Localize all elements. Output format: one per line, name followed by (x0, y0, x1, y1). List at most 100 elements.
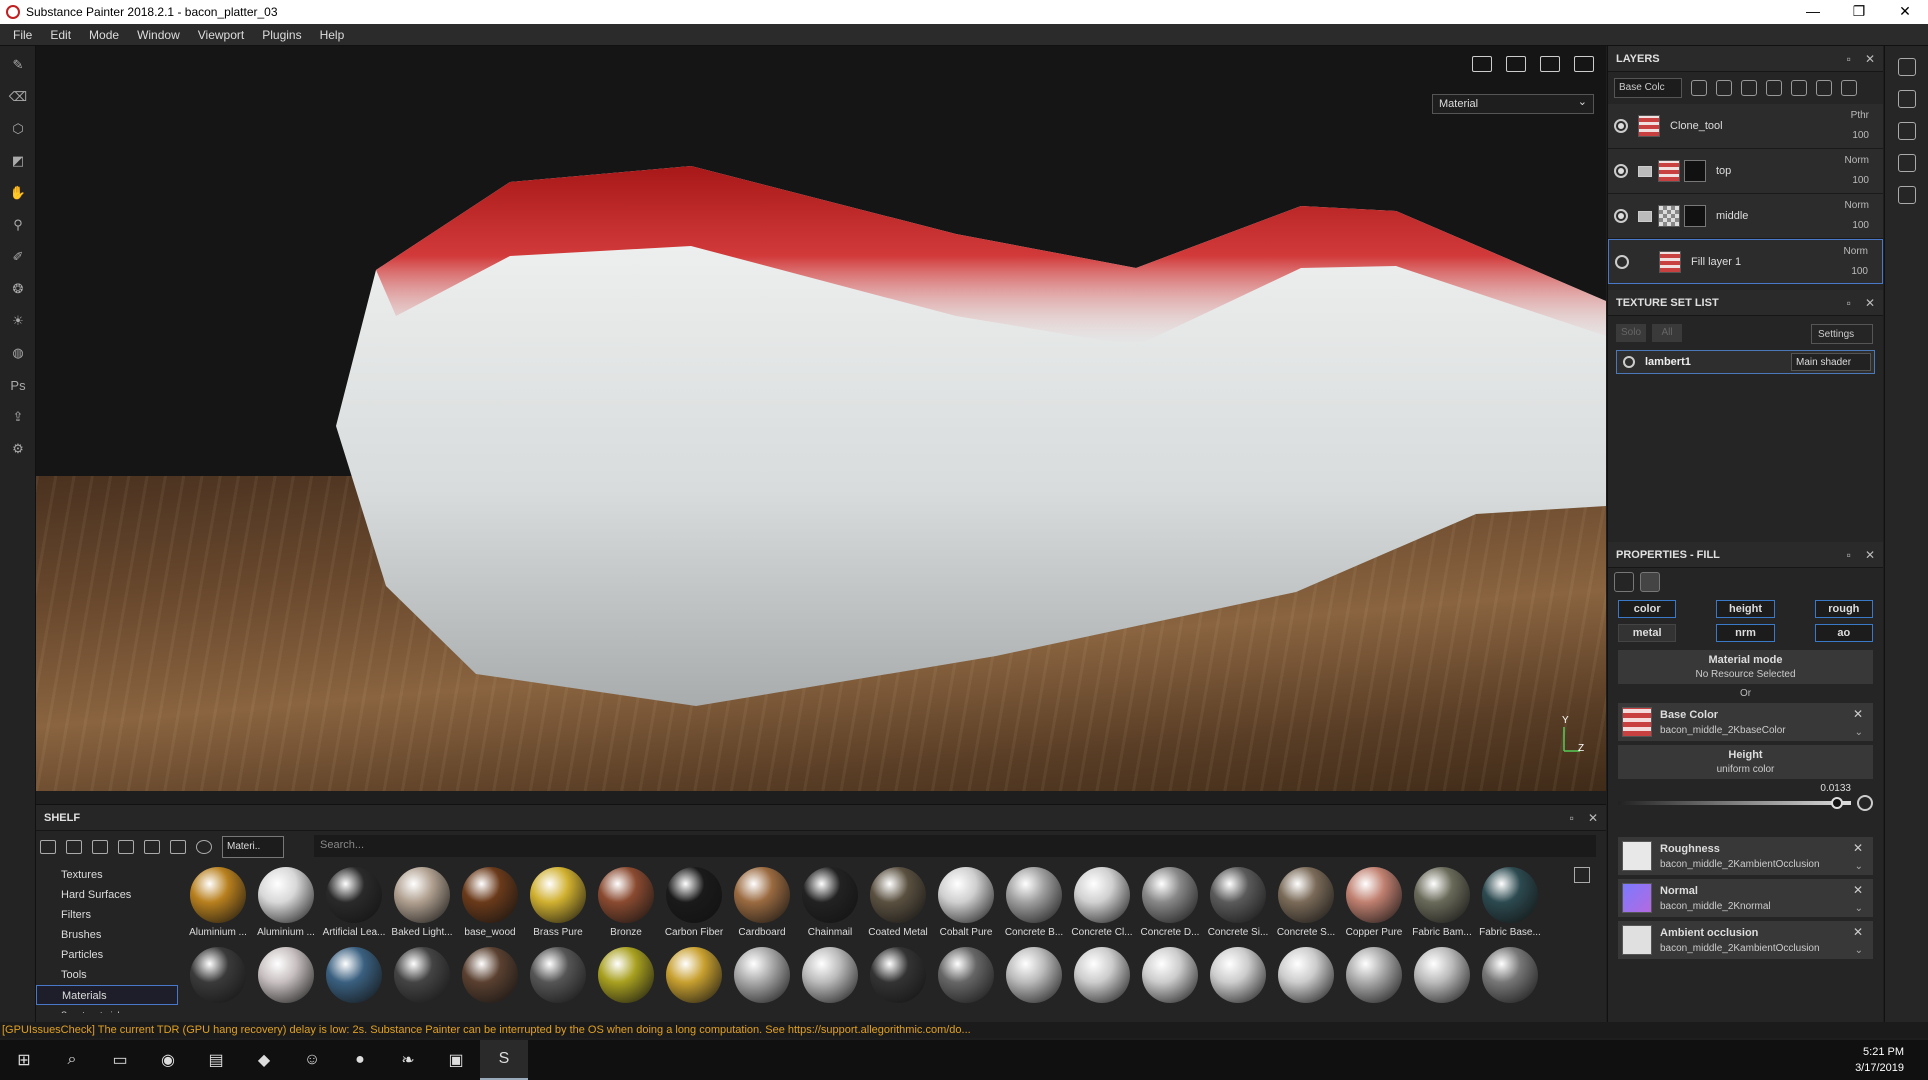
grid-view-icon[interactable] (1574, 867, 1590, 883)
material-item[interactable] (864, 945, 932, 1025)
material-item[interactable] (932, 945, 1000, 1025)
material-mode-slot[interactable]: Material mode No Resource Selected (1618, 650, 1873, 684)
discord-icon[interactable]: ☺ (288, 1040, 336, 1080)
undock-icon[interactable]: ▫ (1570, 811, 1574, 825)
close-icon[interactable]: ✕ (1865, 52, 1875, 66)
height-slot[interactable]: Height uniform color (1618, 745, 1873, 779)
cube-view-icon[interactable] (1506, 56, 1526, 72)
mask-thumbnail[interactable] (1684, 205, 1706, 227)
visibility-icon[interactable] (1614, 209, 1628, 223)
solo-button[interactable]: Solo (1616, 324, 1646, 342)
channel-metal[interactable]: metal (1618, 624, 1677, 642)
shader-settings-icon[interactable] (1897, 122, 1916, 140)
opacity-value[interactable]: 100 (1851, 266, 1868, 277)
material-item[interactable]: Concrete D... (1136, 865, 1204, 945)
opacity-value[interactable]: 100 (1852, 130, 1869, 141)
material-item[interactable]: Brass Pure (524, 865, 592, 945)
texture-set-row[interactable]: lambert1 Main shader (1616, 350, 1875, 374)
menu-edit[interactable]: Edit (41, 28, 80, 42)
material-item[interactable] (184, 945, 252, 1025)
screenshot-icon[interactable] (1574, 56, 1594, 72)
material-item[interactable]: Aluminium ... (252, 865, 320, 945)
all-button[interactable]: All (1652, 324, 1682, 342)
hide-icon[interactable] (118, 840, 134, 854)
menu-viewport[interactable]: Viewport (189, 28, 253, 42)
display-settings-icon[interactable] (1897, 90, 1916, 108)
remove-icon[interactable]: ✕ (1853, 707, 1863, 721)
material-item[interactable]: Cardboard (728, 865, 796, 945)
blend-mode-select[interactable]: Norm (1844, 246, 1868, 257)
projection-icon[interactable]: ⬡ (7, 118, 29, 140)
light-icon[interactable]: ☀ (7, 310, 29, 332)
material-item[interactable] (252, 945, 320, 1025)
material-item[interactable] (728, 945, 796, 1025)
camera-icon[interactable] (1540, 56, 1560, 72)
material-item[interactable]: Copper Pure (1340, 865, 1408, 945)
file-explorer-icon[interactable]: ▤ (192, 1040, 240, 1080)
layer-row[interactable]: top Norm 100 (1608, 149, 1883, 194)
import-icon[interactable] (144, 840, 160, 854)
new-shelf-icon[interactable] (66, 840, 82, 854)
3d-viewport[interactable]: Material Y Z (36, 46, 1606, 791)
shader-select[interactable]: Main shader (1791, 353, 1871, 371)
blend-mode-select[interactable]: Norm (1845, 200, 1869, 211)
substance-painter-icon[interactable]: S (480, 1040, 528, 1080)
spotify-icon[interactable]: ● (336, 1040, 384, 1080)
material-item[interactable] (1136, 945, 1204, 1025)
delete-icon[interactable] (1841, 80, 1857, 96)
material-item[interactable]: Artificial Lea... (320, 865, 388, 945)
filter-chip[interactable]: Materi.. (222, 836, 284, 858)
ambient-occlusion-slot[interactable]: Ambient occlusion bacon_middle_2KambientO… (1618, 921, 1873, 959)
opacity-value[interactable]: 100 (1852, 220, 1869, 231)
channel-rough[interactable]: rough (1814, 600, 1873, 618)
category-brushes[interactable]: Brushes (36, 925, 178, 945)
display-mode-icon[interactable] (1472, 56, 1492, 72)
add-fill-layer-icon[interactable] (1766, 80, 1782, 96)
chevron-down-icon[interactable]: ⌄ (1855, 861, 1863, 872)
history-icon[interactable] (1897, 154, 1916, 172)
channel-height[interactable]: height (1716, 600, 1775, 618)
refresh-icon[interactable] (196, 840, 212, 854)
menu-mode[interactable]: Mode (80, 28, 128, 42)
remove-icon[interactable]: ✕ (1853, 841, 1863, 855)
settings-icon[interactable]: ⚙ (7, 438, 29, 460)
material-item[interactable]: Concrete Cl... (1068, 865, 1136, 945)
blend-mode-select[interactable]: Norm (1845, 155, 1869, 166)
material-item[interactable] (592, 945, 660, 1025)
visibility-icon[interactable] (1614, 164, 1628, 178)
photoshop-icon[interactable]: Ps (7, 374, 29, 396)
opacity-value[interactable]: 100 (1852, 175, 1869, 186)
material-item[interactable] (1068, 945, 1136, 1025)
undock-icon[interactable]: ▫ (1847, 296, 1851, 310)
category-particles[interactable]: Particles (36, 945, 178, 965)
settings-dropdown[interactable]: Settings (1811, 324, 1873, 344)
paint-brush-icon[interactable]: ✎ (7, 54, 29, 76)
material-item[interactable]: Concrete B... (1000, 865, 1068, 945)
chrome-icon[interactable]: ◉ (144, 1040, 192, 1080)
add-folder-icon[interactable] (1816, 80, 1832, 96)
smudge-icon[interactable]: ✋ (7, 182, 29, 204)
material-item[interactable] (1204, 945, 1272, 1025)
clone-icon[interactable]: ⚲ (7, 214, 29, 236)
material-item[interactable] (388, 945, 456, 1025)
close-icon[interactable]: ✕ (1865, 548, 1875, 562)
minimize-button[interactable]: — (1790, 0, 1836, 24)
material-item[interactable]: Aluminium ... (184, 865, 252, 945)
texture-set-settings-icon[interactable] (1897, 58, 1916, 76)
windows-start-icon[interactable]: ⊞ (0, 1040, 48, 1080)
visual-studio-icon[interactable]: ◆ (240, 1040, 288, 1080)
add-smart-mask-icon[interactable] (1791, 80, 1807, 96)
material-item[interactable] (456, 945, 524, 1025)
material-item[interactable]: Chainmail (796, 865, 864, 945)
visibility-icon[interactable] (1615, 254, 1629, 269)
menu-window[interactable]: Window (128, 28, 189, 42)
eraser-icon[interactable]: ⌫ (7, 86, 29, 108)
remove-icon[interactable]: ✕ (1853, 883, 1863, 897)
category-tools[interactable]: Tools (36, 965, 178, 985)
material-item[interactable] (1476, 945, 1544, 1025)
folder-icon[interactable] (40, 840, 56, 854)
fill-tab-icon[interactable] (1614, 572, 1634, 592)
menu-plugins[interactable]: Plugins (253, 28, 310, 42)
height-value[interactable]: 0.0133 (1820, 783, 1851, 794)
menu-help[interactable]: Help (311, 28, 354, 42)
